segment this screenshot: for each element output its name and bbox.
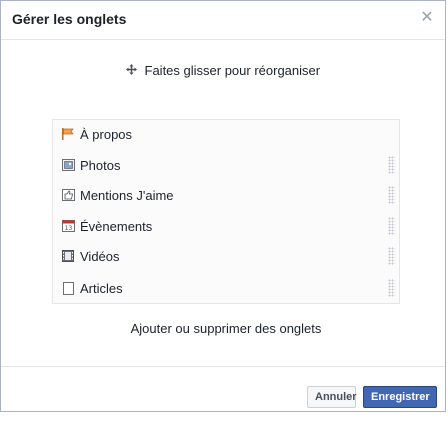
tab-item-label: Évènements: [80, 218, 153, 234]
save-button[interactable]: Enregistrer: [363, 386, 437, 408]
tab-item-label: À propos: [80, 126, 133, 142]
calendar-icon: 13: [61, 219, 75, 233]
tab-item-about[interactable]: À propos: [61, 123, 399, 145]
cancel-button[interactable]: Annuler: [307, 386, 357, 408]
photos-icon: [61, 158, 75, 172]
move-icon: [125, 63, 137, 78]
drag-handle[interactable]: [388, 247, 395, 265]
dialog-title: Gérer les onglets: [12, 11, 127, 27]
close-icon[interactable]: ✕: [419, 10, 435, 26]
tab-item-label: Mentions J'aime: [80, 187, 174, 203]
reorder-hint-text: Faites glisser pour réorganiser: [144, 63, 321, 78]
tabs-list: À propos Photos Mentions J'aime 13 Évène…: [52, 119, 400, 304]
drag-handle[interactable]: [388, 279, 395, 297]
svg-text:13: 13: [64, 225, 72, 232]
drag-handle[interactable]: [388, 156, 395, 174]
tab-item-label: Vidéos: [80, 248, 120, 264]
tab-item-events[interactable]: 13 Évènements: [61, 215, 399, 237]
likes-icon: [61, 188, 75, 202]
about-flag-icon: [61, 127, 75, 141]
video-film-icon: [61, 249, 75, 263]
note-icon: [61, 281, 75, 295]
tab-item-photos[interactable]: Photos: [61, 154, 399, 176]
tab-item-label: Photos: [80, 157, 121, 173]
tab-item-label: Articles: [80, 280, 123, 296]
tab-item-likes[interactable]: Mentions J'aime: [61, 184, 399, 206]
dialog-header: Gérer les onglets ✕: [1, 1, 445, 40]
reorder-hint: Faites glisser pour réorganiser: [1, 63, 445, 78]
footer-divider: [1, 366, 445, 367]
tab-item-videos[interactable]: Vidéos: [61, 245, 399, 267]
drag-handle[interactable]: [388, 186, 395, 204]
drag-handle[interactable]: [388, 217, 395, 235]
add-remove-tabs-link[interactable]: Ajouter ou supprimer des onglets: [52, 321, 400, 336]
tab-item-articles[interactable]: Articles: [61, 277, 399, 299]
manage-tabs-dialog: Gérer les onglets ✕ Faites glisser pour …: [0, 0, 446, 412]
